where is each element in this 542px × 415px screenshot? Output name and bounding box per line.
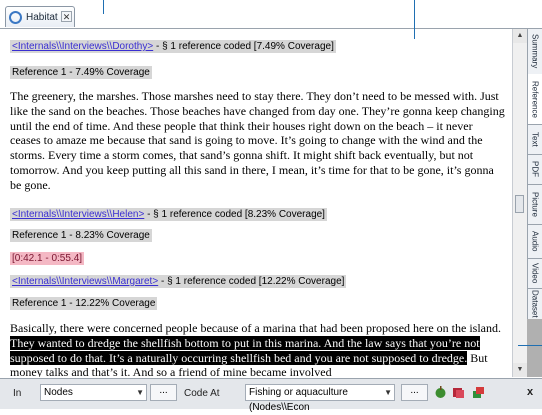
code-at-select[interactable]: Fishing or aquaculture (Nodes\\Econ ▼ bbox=[245, 384, 395, 413]
reference-label: Reference 1 - 12.22% Coverage bbox=[10, 297, 158, 310]
side-tab-video[interactable]: Video bbox=[528, 258, 542, 289]
code-at-label: Code At bbox=[184, 388, 220, 399]
side-panel-filler bbox=[527, 319, 542, 377]
source-link[interactable]: <Internals\\Interviews\\Margaret> bbox=[12, 276, 158, 287]
scrollbar-thumb[interactable] bbox=[515, 195, 524, 213]
reference-text: Basically, there were concerned people b… bbox=[10, 321, 506, 377]
browse-nodes-button[interactable]: ... bbox=[401, 384, 428, 401]
reference-label: Reference 1 - 8.23% Coverage bbox=[10, 229, 152, 242]
callout-line bbox=[103, 0, 104, 14]
code-icon[interactable] bbox=[434, 386, 447, 399]
chevron-down-icon: ▼ bbox=[136, 388, 144, 397]
uncode-icon[interactable] bbox=[452, 386, 465, 399]
side-tab-picture[interactable]: Picture bbox=[528, 184, 542, 225]
reference-text: The greenery, the marshes. Those marshes… bbox=[10, 89, 505, 192]
side-tab-dataset[interactable]: Dataset bbox=[528, 288, 542, 320]
source-link[interactable]: <Internals\\Interviews\\Helen> bbox=[12, 209, 144, 220]
node-icon bbox=[9, 10, 22, 24]
source-summary: - § 1 reference coded [8.23% Coverage] bbox=[147, 209, 325, 220]
close-toolbar-icon[interactable]: x bbox=[527, 386, 533, 398]
coding-toolbar: In Nodes ▼ ... Code At Fishing or aquacu… bbox=[0, 378, 542, 413]
scroll-down-icon[interactable]: ▼ bbox=[513, 363, 527, 377]
side-tab-reference[interactable]: Reference bbox=[528, 74, 542, 125]
side-tab-summary[interactable]: Summary bbox=[528, 29, 542, 75]
side-tab-audio[interactable]: Audio bbox=[528, 224, 542, 259]
document-tab-strip: Habitat ✕ bbox=[0, 0, 542, 29]
source-link[interactable]: <Internals\\Interviews\\Dorothy> bbox=[12, 41, 153, 52]
chevron-down-icon: ▼ bbox=[384, 388, 392, 397]
side-tab-pdf[interactable]: PDF bbox=[528, 154, 542, 185]
tab-habitat[interactable]: Habitat ✕ bbox=[5, 6, 75, 27]
source-header: <Internals\\Interviews\\Dorothy> - § 1 r… bbox=[10, 40, 336, 53]
in-label: In bbox=[13, 388, 22, 399]
text-before: Basically, there were concerned people b… bbox=[10, 321, 502, 335]
close-tab-icon[interactable]: ✕ bbox=[61, 11, 72, 22]
vertical-scrollbar[interactable]: ▲ ▼ bbox=[512, 29, 527, 377]
source-header: <Internals\\Interviews\\Margaret> - § 1 … bbox=[10, 275, 347, 288]
browse-button[interactable]: ... bbox=[150, 384, 177, 401]
media-range: [0:42.1 - 0:55.4] bbox=[10, 252, 85, 265]
tab-label: Habitat bbox=[26, 11, 58, 23]
source-summary: - § 1 reference coded [12.22% Coverage] bbox=[160, 276, 345, 287]
coded-references-view: <Internals\\Interviews\\Dorothy> - § 1 r… bbox=[4, 33, 512, 377]
callout-line bbox=[518, 345, 542, 346]
in-select[interactable]: Nodes ▼ bbox=[40, 384, 147, 401]
side-tab-text[interactable]: Text bbox=[528, 124, 542, 155]
scroll-up-icon[interactable]: ▲ bbox=[513, 29, 527, 43]
code-at-value: Fishing or aquaculture (Nodes\\Econ bbox=[249, 387, 348, 413]
view-tabs: Summary Reference Text PDF Picture Audio… bbox=[527, 29, 542, 320]
in-select-value: Nodes bbox=[44, 387, 73, 398]
source-header: <Internals\\Interviews\\Helen> - § 1 ref… bbox=[10, 208, 327, 221]
source-summary: - § 1 reference coded [7.49% Coverage] bbox=[155, 41, 334, 52]
reference-label: Reference 1 - 7.49% Coverage bbox=[10, 66, 152, 79]
highlight-icon[interactable] bbox=[472, 386, 485, 399]
highlighted-text: They wanted to dredge the shellfish bott… bbox=[10, 335, 480, 365]
